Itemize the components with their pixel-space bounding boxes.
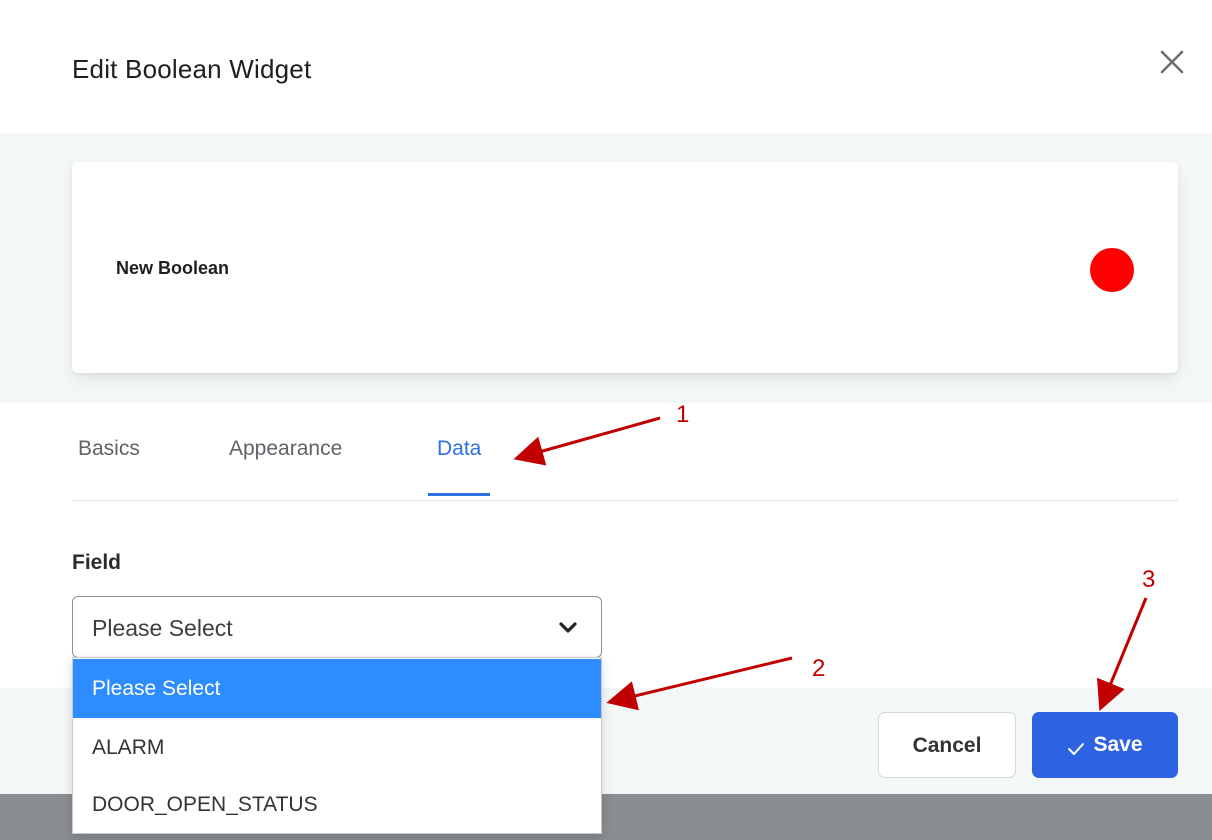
tab-bar: Basics Appearance Data [72, 403, 1178, 501]
check-icon [1067, 738, 1085, 755]
dropdown-option-please-select[interactable]: Please Select [73, 659, 601, 718]
annotation-arrow-3: 3 [1096, 566, 1155, 712]
annotation-label-3: 3 [1142, 566, 1155, 593]
tab-appearance[interactable]: Appearance [229, 437, 342, 493]
field-label: Field [72, 551, 122, 574]
tab-basics[interactable]: Basics [78, 437, 140, 493]
dropdown-option-door-open-status[interactable]: DOOR_OPEN_STATUS [73, 775, 601, 834]
close-icon[interactable] [1152, 42, 1192, 82]
annotation-label-2: 2 [812, 655, 825, 682]
field-dropdown-list: Please Select ALARM DOOR_OPEN_STATUS [72, 657, 602, 834]
dropdown-option-alarm[interactable]: ALARM [73, 718, 601, 777]
option-label: ALARM [92, 736, 165, 759]
option-label: Please Select [92, 677, 221, 700]
cancel-button[interactable]: Cancel [878, 712, 1016, 778]
field-select[interactable]: Please Select [72, 596, 602, 658]
field-select-value: Please Select [92, 615, 233, 641]
chevron-down-icon [557, 619, 579, 637]
dialog-header: Edit Boolean Widget [0, 0, 1212, 133]
widget-label: New Boolean [116, 258, 230, 278]
option-label: DOOR_OPEN_STATUS [92, 793, 318, 816]
dialog-title: Edit Boolean Widget [72, 54, 312, 84]
widget-preview-card: New Boolean [72, 162, 1178, 373]
save-button[interactable]: Save [1032, 712, 1178, 778]
boolean-indicator [1090, 248, 1134, 292]
tab-data[interactable]: Data [428, 437, 491, 496]
save-button-label: Save [1093, 733, 1143, 756]
